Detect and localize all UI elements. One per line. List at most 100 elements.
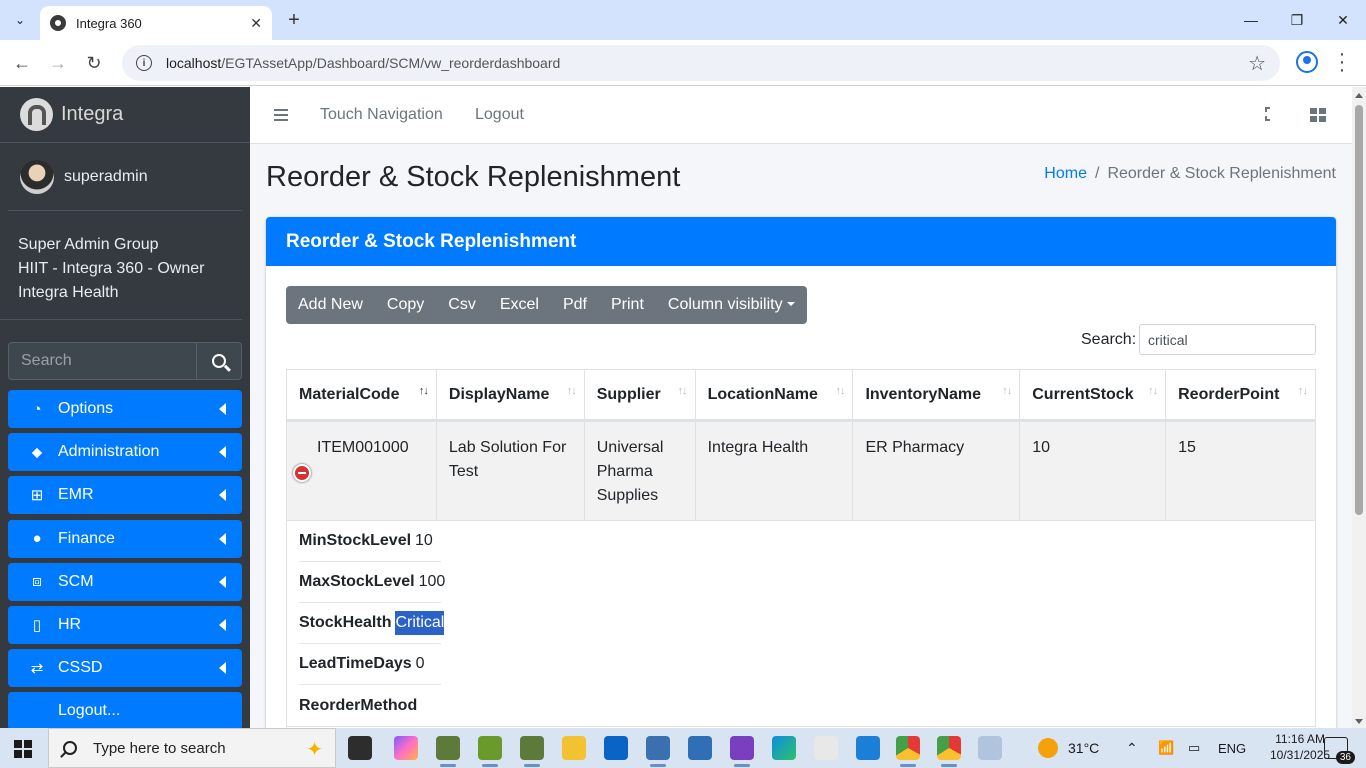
sidebar-item-label: EMR [58,486,94,504]
bookmark-star-icon[interactable]: ☆ [1248,51,1266,76]
sidebar-item-administration[interactable]: ⬥ Administration [8,433,242,472]
csv-button[interactable]: Csv [448,296,476,314]
scroll-down-icon[interactable] [1355,719,1363,724]
weather-sun-icon [1038,738,1058,758]
minimize-button[interactable]: — [1228,0,1274,40]
sidebar-item-logout[interactable]: Logout... [8,692,242,728]
notification-icon[interactable]: 36 [1324,737,1355,764]
tab-close-icon[interactable]: ✕ [250,15,262,32]
sort-icon: ↑↓ [835,385,845,397]
column-visibility-dropdown[interactable]: Column visibility [668,296,795,314]
windows-taskbar: Type here to search ✦ 31°C ⌃ 📶 ▭ ENG 11:… [0,728,1366,768]
sidebar-item-options[interactable]: ◔ Options [8,390,242,428]
scroll-up-icon[interactable] [1355,93,1363,98]
windows-start-icon[interactable] [14,740,32,758]
collapse-row-icon[interactable] [293,464,311,482]
vscode-icon[interactable] [856,736,880,760]
address-bar[interactable]: i localhost/EGTAssetApp/Dashboard/SCM/vw… [122,45,1280,81]
display-icon[interactable]: ▭ [1188,728,1200,768]
search-icon [212,354,226,368]
sidebar-search-input[interactable]: Search [8,342,196,380]
browser-tab[interactable]: Integra 360 ✕ [40,6,272,40]
copy-button[interactable]: Copy [387,296,424,314]
breadcrumb-separator: / [1094,165,1100,182]
taskbar-search[interactable]: Type here to search ✦ [48,728,336,768]
weather-widget[interactable]: 31°C [1038,728,1099,768]
group-label: Integra Health [18,284,119,301]
column-header-supplier[interactable]: Supplier ↑↓ [583,369,696,422]
user-panel[interactable]: superadmin [8,143,242,211]
site-info-icon[interactable]: i [136,55,152,71]
fullscreen-expand-icon[interactable] [1265,107,1279,121]
excel-button[interactable]: Excel [500,296,539,314]
chrome-icon[interactable] [937,736,961,767]
column-header-currentstock[interactable]: CurrentStock ↑↓ [1019,369,1167,422]
paint-icon[interactable] [978,736,1002,760]
browser-menu-icon[interactable]: · · · [1334,44,1350,80]
control-sidebar-grid-icon[interactable] [1310,108,1326,122]
show-hidden-icons[interactable]: ⌃ [1126,728,1138,768]
app-icon[interactable] [688,736,712,760]
add-new-button[interactable]: Add New [298,296,363,314]
sidebar-menu: ◔ Options ⬥ Administration ⊞ EMR ● Finan… [8,390,242,728]
app-icon[interactable] [646,736,670,767]
scrollbar-thumb[interactable] [1355,105,1363,515]
reload-button[interactable]: ↻ [80,49,108,77]
back-button[interactable]: ← [8,49,36,77]
profile-icon[interactable] [1296,51,1318,73]
column-header-displayname[interactable]: DisplayName ↑↓ [435,369,585,422]
outlook-icon[interactable] [604,736,628,760]
sidebar: Integra superadmin Super Admin Group HII… [0,87,250,728]
visual-studio-icon[interactable] [730,736,754,767]
cell-currentstock: 10 [1019,420,1167,521]
print-button[interactable]: Print [611,296,644,314]
logout-link[interactable]: Logout [475,106,524,124]
cubes-icon: ⧈ [32,573,42,591]
tools-app-icon[interactable] [436,736,460,767]
column-header-locationname[interactable]: LocationName ↑↓ [694,369,854,422]
app-icon[interactable] [814,736,838,760]
edge-browser-icon[interactable] [772,736,796,760]
clock[interactable]: 11:16 AM 10/31/2025 [1270,731,1330,763]
sort-icon: ↑↓ [1298,385,1308,397]
copilot-app-icon[interactable] [394,736,418,760]
column-header-materialcode[interactable]: MaterialCode ↑↓ [286,369,437,422]
network-icon[interactable]: 📶 [1158,728,1174,768]
forward-button[interactable]: → [44,49,72,77]
tools-app-icon[interactable] [478,736,502,767]
reorder-card: Reorder & Stock Replenishment Add New Co… [266,217,1336,728]
window-close-button[interactable]: ✕ [1320,0,1366,40]
browser-tab-bar: ⌄ Integra 360 ✕ + — ❐ ✕ [0,0,1366,40]
column-header-reorderpoint[interactable]: ReorderPoint ↑↓ [1165,369,1316,422]
sidebar-item-hr[interactable]: ▯ HR [8,605,242,644]
hamburger-menu-icon[interactable] [274,109,288,121]
breadcrumb-home-link[interactable]: Home [1044,165,1087,183]
restore-button[interactable]: ❐ [1274,0,1320,40]
date-text: 10/31/2025 [1270,748,1331,762]
new-tab-button[interactable]: + [282,8,306,32]
sidebar-item-scm[interactable]: ⧈ SCM [8,562,242,601]
language-indicator[interactable]: ENG [1218,728,1246,768]
touch-navigation-link[interactable]: Touch Navigation [320,106,443,124]
cell-inventoryname: ER Pharmacy [852,420,1021,521]
sidebar-item-emr[interactable]: ⊞ EMR [8,476,242,515]
table-search-input[interactable]: critical [1139,324,1316,355]
task-view-icon[interactable] [348,736,372,760]
tab-search-button[interactable]: ⌄ [6,6,34,34]
caret-left-icon [219,532,226,545]
page-scrollbar[interactable] [1352,87,1366,728]
cell-locationname: Integra Health [694,420,854,521]
caret-left-icon [219,489,226,502]
sidebar-item-cssd[interactable]: ⇄ CSSD [8,649,242,688]
file-explorer-icon[interactable] [562,736,586,760]
detail-item: StockHealth Critical [299,603,445,644]
column-header-inventoryname[interactable]: InventoryName ↑↓ [852,369,1021,422]
tools-app-icon[interactable] [520,736,544,767]
sidebar-item-finance[interactable]: ● Finance [8,519,242,558]
sidebar-search-button[interactable] [196,342,242,380]
notification-count: 36 [1335,751,1355,764]
pdf-button[interactable]: Pdf [563,296,587,314]
table-row[interactable]: ITEM001000 Lab Solution For Test Univers… [286,420,1316,521]
brand-link[interactable]: Integra [0,87,250,143]
chrome-icon[interactable] [896,736,920,767]
